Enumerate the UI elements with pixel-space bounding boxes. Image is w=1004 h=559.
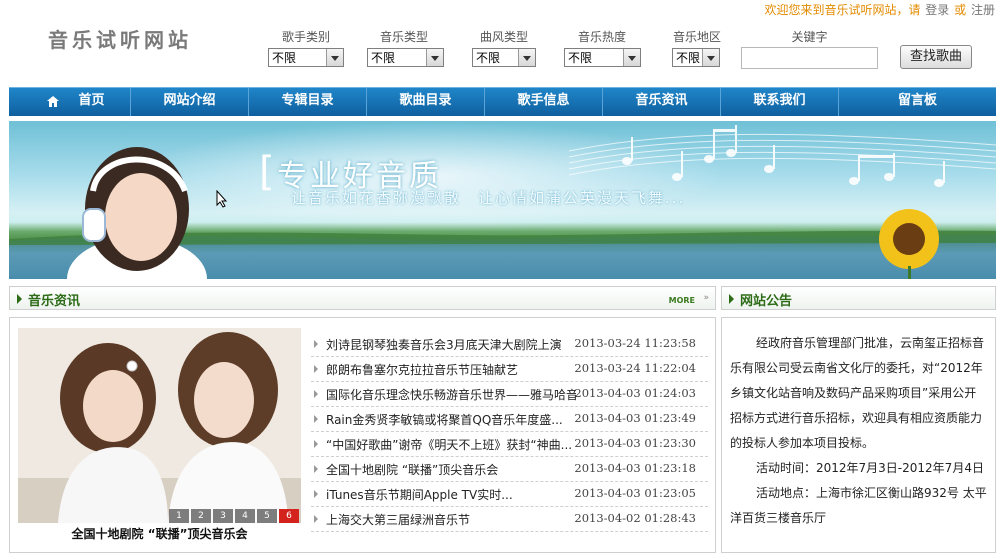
- login-link[interactable]: 登录: [925, 3, 949, 17]
- filter-label-region: 音乐地区: [672, 30, 721, 44]
- nav-albums[interactable]: 专辑目录: [249, 88, 367, 116]
- nav-songs[interactable]: 歌曲目录: [367, 88, 485, 116]
- pager-4[interactable]: 4: [235, 509, 255, 523]
- news-item[interactable]: 上海交大第三届绿洲音乐节 2013-04-02 01:28:43: [311, 507, 708, 532]
- nav-home-label: 首页: [78, 93, 105, 108]
- music-news-title: 音乐资讯: [28, 294, 81, 309]
- news-title[interactable]: iTunes音乐节期间Apple TV实时...: [326, 486, 576, 503]
- photo-caption[interactable]: 全国十地剧院 “联播”顶尖音乐会: [18, 525, 301, 542]
- music-type-value: 不限: [371, 51, 396, 65]
- news-item[interactable]: 国际化音乐理念快乐畅游音乐世界——雅马哈音... 2013-04-03 01:24…: [311, 382, 708, 407]
- more-link[interactable]: MORE: [669, 296, 695, 305]
- notice-title: 网站公告: [740, 294, 793, 309]
- chevron-down-icon[interactable]: [518, 49, 535, 66]
- news-item[interactable]: iTunes音乐节期间Apple TV实时... 2013-04-03 01:23…: [311, 482, 708, 507]
- music-type-select[interactable]: 不限: [367, 48, 444, 67]
- chevron-down-icon[interactable]: [426, 49, 443, 66]
- site-logo: 音乐试听网站: [48, 28, 192, 52]
- nav-about[interactable]: 网站介绍: [131, 88, 249, 116]
- news-photo-image: [18, 328, 301, 523]
- filter-label-music-type: 音乐类型: [379, 30, 428, 44]
- notice-location: 活动地点：上海市徐汇区衡山路932号 太平洋百货三楼音乐厅: [730, 486, 987, 525]
- news-item[interactable]: 刘诗昆钢琴独奏音乐会3月底天津大剧院上演 2013-03-24 11:23:58: [311, 332, 708, 357]
- filter-label-singer-category: 歌手类别: [281, 30, 330, 44]
- news-title[interactable]: “中国好歌曲”谢帝《明天不上班》获封“神曲...: [326, 436, 576, 453]
- nav-home[interactable]: 首页: [9, 88, 131, 116]
- arrow-icon: [314, 340, 318, 348]
- banner-bracket: [: [259, 149, 275, 195]
- welcome-bar: 欢迎您来到音乐试听网站，请 登录 或 注册: [764, 1, 996, 18]
- search-songs-button[interactable]: 查找歌曲: [900, 45, 972, 69]
- notice-content: 经政府音乐管理部门批准，云南玺正招标音乐有限公司受云南省文化厅的委托，对“201…: [730, 331, 988, 531]
- news-title[interactable]: 郎朗布鲁塞尔克拉拉音乐节压轴献艺: [326, 361, 576, 378]
- keyword-label: 关键字: [791, 30, 828, 44]
- news-title[interactable]: 刘诗昆钢琴独奏音乐会3月底天津大剧院上演: [326, 336, 576, 353]
- pager-5[interactable]: 5: [257, 509, 277, 523]
- chevron-down-icon[interactable]: [623, 49, 640, 66]
- news-date: 2013-04-03 01:23:05: [574, 486, 696, 500]
- keyword-input[interactable]: [741, 47, 878, 69]
- notice-time: 活动时间：2012年7月3日-2012年7月4日: [756, 461, 984, 475]
- nav-music-news[interactable]: 音乐资讯: [603, 88, 721, 116]
- news-date: 2013-04-03 01:23:49: [574, 411, 696, 425]
- filter-label-popularity: 音乐热度: [577, 30, 626, 44]
- news-date: 2013-04-03 01:23:30: [574, 436, 696, 450]
- news-title[interactable]: 全国十地剧院 “联播”顶尖音乐会: [326, 461, 576, 478]
- filter-label-style-type: 曲风类型: [479, 30, 528, 44]
- arrow-icon: [314, 515, 318, 523]
- more-arrows-icon[interactable]: »: [703, 293, 709, 303]
- news-photo[interactable]: [18, 328, 301, 523]
- singer-category-select[interactable]: 不限: [268, 48, 344, 67]
- arrow-icon: [314, 390, 318, 398]
- nav-contact[interactable]: 联系我们: [721, 88, 839, 116]
- news-date: 2013-04-03 01:24:03: [574, 386, 696, 400]
- nav-guestbook[interactable]: 留言板: [839, 88, 996, 116]
- region-select[interactable]: 不限: [672, 48, 720, 67]
- pager-6[interactable]: 6: [279, 509, 299, 523]
- arrow-icon: [314, 465, 318, 473]
- welcome-text: 欢迎您来到音乐试听网站，请: [764, 3, 921, 17]
- mouse-cursor-icon: [216, 190, 228, 208]
- chevron-down-icon[interactable]: [326, 49, 343, 66]
- notice-paragraph: 经政府音乐管理部门批准，云南玺正招标音乐有限公司受云南省文化厅的委托，对“201…: [730, 336, 985, 450]
- main-nav: 首页 网站介绍 专辑目录 歌曲目录 歌手信息 音乐资讯 联系我们 留言板: [9, 87, 996, 116]
- news-date: 2013-04-03 01:23:18: [574, 461, 696, 475]
- news-date: 2013-03-24 11:22:04: [574, 361, 696, 375]
- news-title[interactable]: 国际化音乐理念快乐畅游音乐世界——雅马哈音...: [326, 386, 576, 403]
- singer-category-value: 不限: [272, 51, 297, 65]
- banner-subtitle: 让音乐如花香弥漫飘散 让心情如蒲公英漫天飞舞...: [291, 189, 686, 207]
- pager-2[interactable]: 2: [191, 509, 211, 523]
- arrow-icon: [314, 415, 318, 423]
- popularity-select[interactable]: 不限: [564, 48, 641, 67]
- news-item[interactable]: Rain金秀贤李敏镐或将聚首QQ音乐年度盛... 2013-04-03 01:23…: [311, 407, 708, 432]
- pager-3[interactable]: 3: [213, 509, 233, 523]
- register-link[interactable]: 注册: [971, 3, 995, 17]
- popularity-value: 不限: [568, 51, 593, 65]
- chevron-down-icon[interactable]: [702, 49, 719, 66]
- arrow-icon: [314, 490, 318, 498]
- home-icon: [47, 96, 59, 107]
- news-date: 2013-04-02 01:28:43: [574, 511, 696, 525]
- news-item[interactable]: “中国好歌曲”谢帝《明天不上班》获封“神曲... 2013-04-03 01:23…: [311, 432, 708, 457]
- news-title[interactable]: 上海交大第三届绿洲音乐节: [326, 511, 576, 528]
- bullet-icon: [729, 294, 734, 304]
- style-type-value: 不限: [476, 51, 501, 65]
- nav-singers[interactable]: 歌手信息: [485, 88, 603, 116]
- arrow-icon: [314, 365, 318, 373]
- arrow-icon: [314, 440, 318, 448]
- pager-1[interactable]: 1: [169, 509, 189, 523]
- region-value: 不限: [676, 51, 701, 65]
- or-text: 或: [954, 3, 967, 17]
- news-title[interactable]: Rain金秀贤李敏镐或将聚首QQ音乐年度盛...: [326, 411, 576, 428]
- hero-banner: [ 专业好音质 让音乐如花香弥漫飘散 让心情如蒲公英漫天飞舞...: [9, 121, 996, 279]
- style-type-select[interactable]: 不限: [472, 48, 536, 67]
- news-item[interactable]: 全国十地剧院 “联播”顶尖音乐会 2013-04-03 01:23:18: [311, 457, 708, 482]
- news-date: 2013-03-24 11:23:58: [574, 336, 696, 350]
- music-news-header: 音乐资讯 MORE »: [9, 286, 716, 310]
- bullet-icon: [17, 294, 22, 304]
- notice-header: 网站公告: [721, 286, 996, 310]
- news-item[interactable]: 郎朗布鲁塞尔克拉拉音乐节压轴献艺 2013-03-24 11:22:04: [311, 357, 708, 382]
